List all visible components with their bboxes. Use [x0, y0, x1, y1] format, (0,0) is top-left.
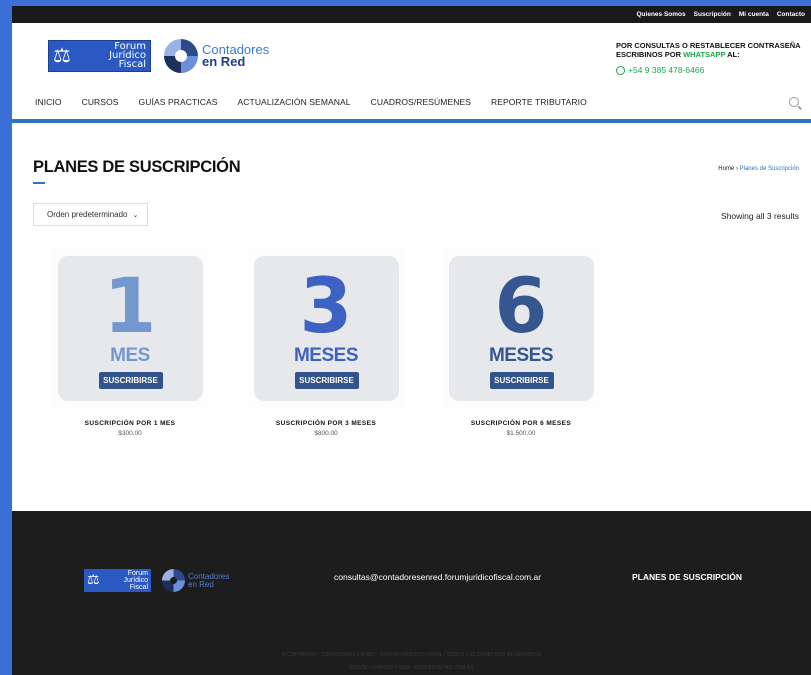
topbar-link-mi-cuenta[interactable]: Mi cuenta — [739, 11, 769, 18]
footer-design-credit: DISEÑO GRÁFICO Y WEB: WWW.BOCETAR.COM.AR — [349, 665, 474, 671]
whatsapp-phone-link[interactable]: +54 9 385 478-6466 — [616, 65, 801, 75]
footer-plans-title: PLANES DE SUSCRIPCIÓN — [632, 572, 743, 582]
contadores-en-red-logo[interactable]: Contadores en Red — [164, 39, 269, 73]
site-footer: ⚖ Forum Jurídico Fiscal Contadores en Re… — [12, 511, 811, 675]
product-number: 6 — [494, 260, 548, 350]
forum-logo-text: Forum Jurídico Fiscal — [109, 41, 146, 70]
page-title: PLANES DE SUSCRIPCIÓN — [33, 158, 241, 176]
product-image[interactable]: 3 MESES SUSCRIBIRSE — [247, 249, 405, 407]
contact-line1: POR CONSULTAS O RESTABLECER CONTRASEÑA — [616, 41, 801, 50]
whatsapp-icon — [616, 65, 625, 75]
logo-cr-line2: en Red — [202, 54, 246, 69]
top-bar: Quienes Somos Suscripción Mi cuenta Cont… — [12, 6, 811, 23]
subscribe-button[interactable]: SUSCRIBIRSE — [98, 371, 163, 389]
nav-item-reporte-tributario[interactable]: REPORTE TRIBUTARIO — [491, 97, 587, 107]
contadores-wheel-icon — [162, 569, 185, 592]
sort-select[interactable]: Orden predeterminado ⌄ — [33, 203, 148, 226]
sort-select-value: Orden predeterminado — [47, 210, 128, 219]
product-unit: MESES — [293, 344, 359, 366]
results-count: Showing all 3 results — [721, 211, 799, 221]
product-image[interactable]: 1 MES SUSCRIBIRSE — [51, 249, 209, 407]
breadcrumb-current: Planes de Suscripción — [739, 166, 799, 172]
nav-item-cuadros-resumenes[interactable]: CUADROS/RESÚMENES — [371, 97, 471, 107]
product-card[interactable]: 6 MESES SUSCRIBIRSE SUSCRIPCIÓN POR 6 ME… — [442, 249, 600, 437]
page: Quienes Somos Suscripción Mi cuenta Cont… — [12, 6, 811, 675]
nav-item-cursos[interactable]: CURSOS — [82, 97, 119, 107]
product-image[interactable]: 6 MESES SUSCRIBIRSE — [442, 249, 600, 407]
product-unit: MESES — [488, 344, 554, 366]
nav-item-inicio[interactable]: INICIO — [35, 97, 62, 107]
product-name[interactable]: SUSCRIPCIÓN POR 1 MES — [51, 420, 209, 427]
topbar-link-quienes-somos[interactable]: Quienes Somos — [637, 11, 686, 18]
phone-number: +54 9 385 478-6466 — [628, 65, 705, 75]
topbar-link-suscripcion[interactable]: Suscripción — [694, 11, 731, 18]
whatsapp-word: WHATSAPP — [683, 50, 726, 59]
product-price: $300.00 — [118, 430, 142, 437]
breadcrumb-home[interactable]: Home — [718, 166, 734, 172]
product-name[interactable]: SUSCRIPCIÓN POR 3 MESES — [247, 420, 405, 427]
product-card[interactable]: 3 MESES SUSCRIBIRSE SUSCRIPCIÓN POR 3 ME… — [247, 249, 405, 437]
product-name[interactable]: SUSCRIPCIÓN POR 6 MESES — [442, 420, 600, 427]
footer-copyright: © COPYRIGHT | CONTADORES EN RED - FORUM … — [12, 649, 811, 675]
subscribe-button[interactable]: SUSCRIBIRSE — [489, 371, 554, 389]
subscribe-button[interactable]: SUSCRIBIRSE — [294, 371, 359, 389]
scales-icon: ⚖ — [53, 45, 71, 67]
product-card[interactable]: 1 MES SUSCRIBIRSE SUSCRIPCIÓN POR 1 MES … — [51, 249, 209, 437]
scales-icon: ⚖ — [87, 571, 100, 587]
footer-contadores-logo[interactable]: Contadores en Red — [162, 569, 229, 592]
topbar-link-contacto[interactable]: Contacto — [777, 11, 805, 18]
main-nav: INICIO CURSOS GUÍAS PRACTICAS ACTUALIZAC… — [12, 85, 811, 123]
product-number: 3 — [299, 260, 353, 350]
breadcrumb: Home › Planes de Suscripción — [718, 166, 799, 172]
product-number: 1 — [103, 260, 157, 350]
product-price: $800.00 — [314, 430, 338, 437]
footer-email[interactable]: consultas@contadoresenred.forumjuridicof… — [334, 572, 541, 582]
product-price: $1.500.00 — [506, 430, 536, 437]
product-unit: MES — [110, 344, 150, 366]
nav-item-guias-practicas[interactable]: GUÍAS PRACTICAS — [139, 97, 218, 107]
forum-juridico-fiscal-logo[interactable]: ⚖ Forum Jurídico Fiscal — [48, 40, 151, 72]
search-icon[interactable] — [789, 97, 799, 107]
contadores-wheel-icon — [164, 39, 198, 73]
contact-line2: ESCRIBINOS POR WHATSAPP AL: — [616, 50, 740, 59]
contact-info: POR CONSULTAS O RESTABLECER CONTRASEÑA E… — [616, 41, 801, 75]
site-header: ⚖ Forum Jurídico Fiscal Contadores en Re… — [12, 23, 811, 85]
title-underline — [33, 182, 45, 184]
chevron-down-icon: ⌄ — [132, 211, 139, 219]
nav-item-actualizacion-semanal[interactable]: ACTUALIZACIÓN SEMANAL — [238, 97, 351, 107]
footer-forum-logo[interactable]: ⚖ Forum Jurídico Fiscal — [84, 569, 151, 592]
